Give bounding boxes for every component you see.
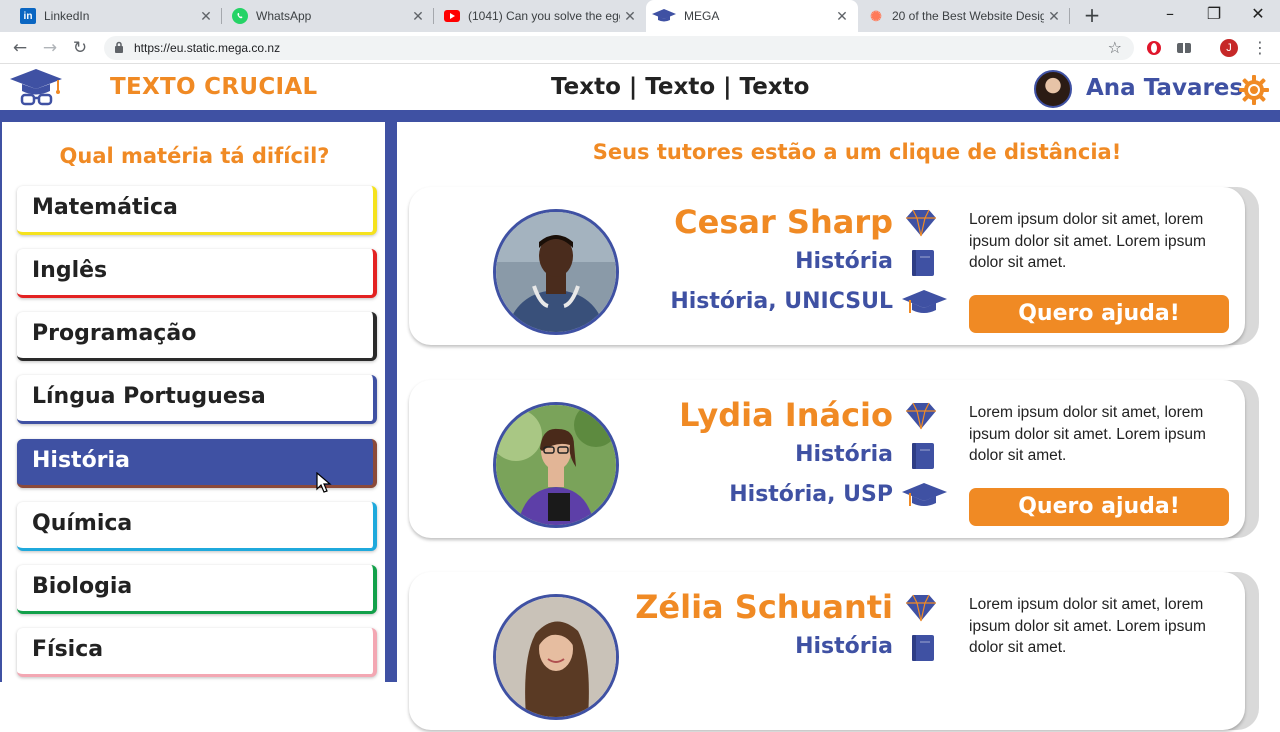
- tutor-course: História, UNICSUL: [670, 289, 893, 314]
- restore-button[interactable]: ❐: [1192, 0, 1236, 30]
- tab-title: WhatsApp: [256, 9, 312, 23]
- tutor-subject: História: [795, 249, 893, 274]
- tab-title: (1041) Can you solve the egg d: [468, 9, 620, 23]
- user-avatar[interactable]: [1034, 70, 1072, 108]
- close-tab-icon[interactable]: ✕: [408, 8, 428, 25]
- extension-icon[interactable]: [1176, 40, 1192, 56]
- browser-menu-icon[interactable]: ⋮: [1252, 38, 1268, 57]
- subject-label: Matemática: [32, 195, 178, 220]
- request-help-button[interactable]: Quero ajuda!: [969, 295, 1229, 333]
- subject-label: Química: [32, 511, 133, 536]
- subject-label: Inglês: [32, 258, 108, 283]
- tab-whatsapp[interactable]: WhatsApp ✕: [222, 0, 434, 32]
- tab-mega[interactable]: MEGA ✕: [646, 0, 858, 32]
- tutor-name[interactable]: Zélia Schuanti: [635, 588, 893, 626]
- hubspot-icon: ✺: [870, 7, 882, 24]
- tab-linkedin[interactable]: in LinkedIn ✕: [0, 0, 222, 32]
- tutor-description: Lorem ipsum dolor sit amet, lorem ipsum …: [969, 404, 1206, 465]
- opera-extension-icon[interactable]: [1146, 40, 1162, 56]
- subject-label: Língua Portuguesa: [32, 384, 266, 409]
- tutors-heading: Seus tutores estão a um clique de distân…: [592, 140, 1122, 164]
- close-window-button[interactable]: ✕: [1236, 0, 1280, 30]
- tutor-course: História, USP: [729, 482, 893, 507]
- app-header: TEXTO CRUCIAL Texto | Texto | Texto Ana …: [0, 64, 1280, 110]
- tutor-card: Lydia Inácio História História, USP Lore…: [409, 380, 1259, 540]
- tutor-description: Lorem ipsum dolor sit amet, lorem ipsum …: [969, 596, 1206, 657]
- brand-title[interactable]: TEXTO CRUCIAL: [110, 74, 317, 100]
- close-tab-icon[interactable]: ✕: [1044, 8, 1064, 25]
- forward-button[interactable]: →: [38, 36, 62, 60]
- new-tab-button[interactable]: +: [1080, 4, 1104, 28]
- graduation-cap-icon: [652, 8, 676, 24]
- graduation-cap-glasses-logo[interactable]: [10, 67, 66, 109]
- graduation-cap-icon: [902, 290, 947, 313]
- subject-label: Biologia: [32, 574, 133, 599]
- youtube-icon: [444, 8, 460, 24]
- bookmark-star-icon[interactable]: ☆: [1108, 38, 1122, 57]
- close-tab-icon[interactable]: ✕: [196, 8, 216, 25]
- browser-tab-bar: in LinkedIn ✕ WhatsApp ✕ (1041) Can you …: [0, 0, 1280, 32]
- subject-label: Física: [32, 637, 104, 662]
- minimize-button[interactable]: –: [1148, 0, 1192, 30]
- close-tab-icon[interactable]: ✕: [620, 8, 640, 25]
- tutor-card: Zélia Schuanti História Lorem ipsum dolo…: [409, 572, 1259, 732]
- tab-title: MEGA: [684, 9, 720, 23]
- subject-label: Programação: [32, 321, 197, 346]
- tutor-subject: História: [795, 442, 893, 467]
- subject-item-quimica[interactable]: Química: [17, 502, 377, 551]
- sidebar-divider: [385, 122, 397, 682]
- user-name[interactable]: Ana Tavares: [1086, 75, 1243, 101]
- subject-item-biologia[interactable]: Biologia: [17, 565, 377, 614]
- tutor-photo[interactable]: [493, 209, 619, 335]
- subject-sidebar: Qual matéria tá difícil? Matemática Ingl…: [0, 122, 385, 682]
- gear-icon[interactable]: [1238, 74, 1270, 106]
- tutor-name[interactable]: Lydia Inácio: [679, 396, 893, 434]
- url-text: https://eu.static.mega.co.nz: [134, 41, 281, 55]
- tab-title: 20 of the Best Website Design: [892, 9, 1044, 23]
- diamond-icon: [906, 594, 936, 622]
- tutor-photo[interactable]: [493, 402, 619, 528]
- mouse-cursor-icon: [316, 472, 332, 493]
- tutor-description: Lorem ipsum dolor sit amet, lorem ipsum …: [969, 211, 1206, 272]
- reload-button[interactable]: ↻: [68, 36, 92, 60]
- close-tab-icon[interactable]: ✕: [832, 8, 852, 25]
- request-help-button[interactable]: Quero ajuda!: [969, 488, 1229, 526]
- tutors-panel: Seus tutores estão a um clique de distân…: [397, 122, 1280, 730]
- sidebar-title: Qual matéria tá difícil?: [59, 144, 330, 168]
- back-button[interactable]: ←: [8, 36, 32, 60]
- header-nav[interactable]: Texto | Texto | Texto: [551, 74, 809, 100]
- subject-label: História: [32, 448, 130, 473]
- tab-hubspot[interactable]: ✺ 20 of the Best Website Design ✕: [858, 0, 1070, 32]
- book-icon: [912, 443, 934, 469]
- book-icon: [912, 250, 934, 276]
- profile-avatar[interactable]: J: [1220, 39, 1238, 57]
- lock-icon: [115, 41, 123, 53]
- linkedin-icon: in: [20, 8, 36, 24]
- tutor-subject: História: [795, 634, 893, 659]
- whatsapp-icon: [232, 8, 248, 24]
- tutor-card: Cesar Sharp História História, UNICSUL L…: [409, 187, 1259, 347]
- subject-item-ingles[interactable]: Inglês: [17, 249, 377, 298]
- book-icon: [912, 635, 934, 661]
- tab-title: LinkedIn: [44, 9, 90, 23]
- diamond-icon: [906, 402, 936, 430]
- tab-youtube[interactable]: (1041) Can you solve the egg d ✕: [434, 0, 646, 32]
- subject-item-programacao[interactable]: Programação: [17, 312, 377, 361]
- graduation-cap-icon: [902, 483, 947, 506]
- header-divider: [0, 110, 1280, 122]
- subject-item-matematica[interactable]: Matemática: [17, 186, 377, 235]
- tutor-name[interactable]: Cesar Sharp: [674, 203, 893, 241]
- browser-toolbar: ← → ↻ https://eu.static.mega.co.nz ☆ J ⋮: [0, 32, 1280, 64]
- address-bar[interactable]: https://eu.static.mega.co.nz ☆: [104, 36, 1134, 60]
- tutor-photo[interactable]: [493, 594, 619, 720]
- subject-item-lingua-portuguesa[interactable]: Língua Portuguesa: [17, 375, 377, 424]
- subject-item-fisica[interactable]: Física: [17, 628, 377, 677]
- diamond-icon: [906, 209, 936, 237]
